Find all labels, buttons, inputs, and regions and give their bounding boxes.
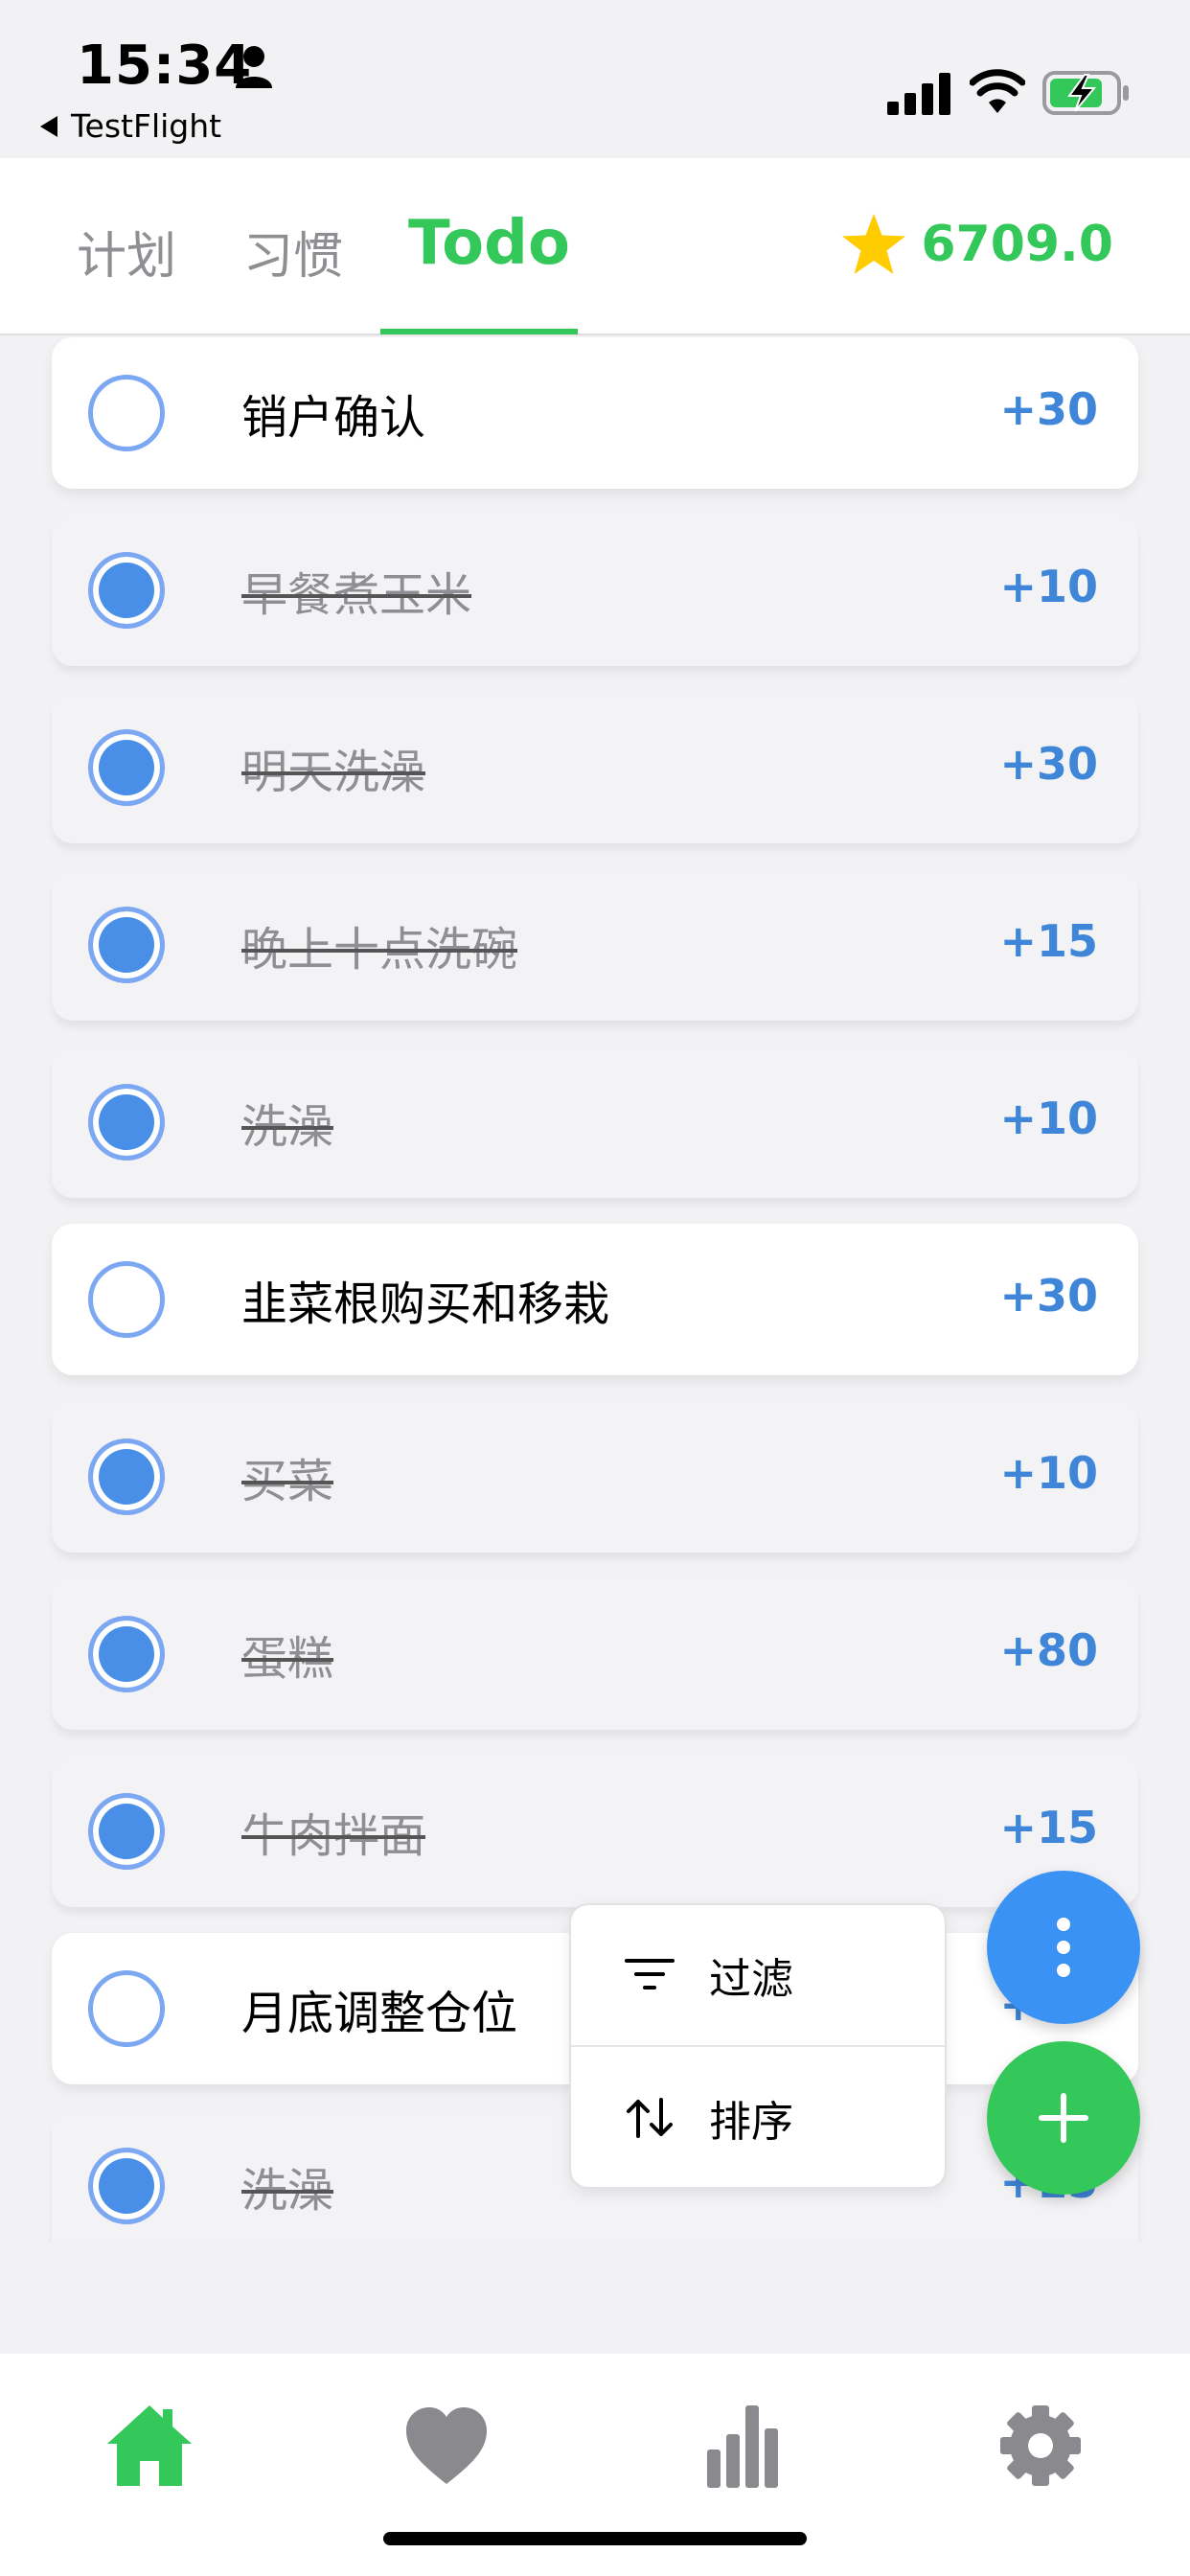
cellular-signal-icon (887, 73, 950, 115)
more-options-button[interactable] (987, 1871, 1140, 2024)
points-display: 6709.0 (840, 212, 1113, 277)
todo-points: +30 (999, 738, 1098, 790)
todo-title: 早餐煮玉米 (241, 568, 472, 622)
todo-checkbox[interactable] (88, 1261, 165, 1338)
sort-label: 排序 (709, 2098, 793, 2147)
todo-title: 晚上十点洗碗 (241, 923, 518, 977)
more-vertical-icon (1057, 1918, 1070, 1977)
bottom-navigation (0, 2354, 1190, 2576)
todo-title: 韭菜根购买和移栽 (241, 1277, 610, 1331)
todo-points: +10 (999, 1447, 1098, 1499)
add-todo-button[interactable] (987, 2041, 1140, 2195)
todo-title: 洗澡 (241, 2164, 334, 2218)
options-popup-menu: 过滤 排序 (569, 1903, 947, 2189)
todo-item[interactable]: 早餐煮玉米 +10 (52, 515, 1138, 666)
todo-checkbox[interactable] (88, 1970, 165, 2047)
todo-item[interactable]: 牛肉拌面 +15 (52, 1756, 1138, 1907)
bar-chart-icon[interactable] (698, 2402, 790, 2490)
sort-icon (627, 2098, 673, 2138)
person-icon (236, 46, 272, 88)
todo-item[interactable]: 销户确认 +30 (52, 337, 1138, 489)
todo-title: 洗澡 (241, 1100, 334, 1154)
todo-title: 买菜 (241, 1455, 334, 1508)
tab-header: 计划 习惯 Todo 6709.0 (0, 158, 1190, 335)
menu-item-filter[interactable]: 过滤 (571, 1905, 945, 2047)
todo-title: 销户确认 (241, 391, 426, 445)
filter-label: 过滤 (709, 1955, 793, 2004)
todo-title: 蛋糕 (241, 1632, 334, 1686)
points-value: 6709.0 (921, 216, 1113, 273)
todo-points: +80 (999, 1624, 1098, 1676)
todo-checkbox[interactable] (88, 2148, 165, 2224)
star-icon (842, 214, 906, 274)
active-tab-indicator (380, 329, 578, 334)
todo-points: +10 (999, 561, 1098, 612)
todo-checkbox[interactable] (88, 552, 165, 629)
filter-icon (625, 1959, 675, 1990)
todo-checkbox[interactable] (88, 907, 165, 983)
plus-icon (1039, 2093, 1088, 2143)
todo-points: +15 (999, 915, 1098, 967)
todo-checkbox[interactable] (88, 375, 165, 451)
todo-points: +30 (999, 383, 1098, 435)
todo-checkbox[interactable] (88, 1616, 165, 1692)
home-indicator[interactable] (383, 2532, 807, 2545)
todo-points: +30 (999, 1270, 1098, 1322)
status-bar: 15:34 TestFlight (0, 0, 1190, 158)
todo-item[interactable]: 明天洗澡 +30 (52, 692, 1138, 843)
tab-todo[interactable]: Todo (408, 208, 570, 279)
status-time: 15:34 (77, 34, 253, 97)
back-app-label: TestFlight (71, 107, 222, 145)
todo-points: +10 (999, 1092, 1098, 1144)
todo-title: 月底调整仓位 (241, 1987, 518, 2040)
todo-item[interactable]: 洗澡 +10 (52, 1046, 1138, 1198)
todo-title: 牛肉拌面 (241, 1809, 426, 1863)
todo-item[interactable]: 晚上十点洗碗 +15 (52, 869, 1138, 1021)
menu-item-sort[interactable]: 排序 (571, 2047, 945, 2187)
tab-plan[interactable]: 计划 (77, 216, 176, 288)
back-arrow-icon (40, 115, 57, 137)
todo-points: +15 (999, 1802, 1098, 1853)
home-icon[interactable] (103, 2402, 195, 2490)
app-screen: 15:34 TestFlight 计划 习惯 Todo 6709.0 销户确认 … (0, 0, 1190, 2576)
todo-title: 明天洗澡 (241, 746, 426, 799)
back-to-app-link[interactable]: TestFlight (40, 107, 221, 145)
battery-charging-icon (1042, 71, 1129, 115)
todo-item[interactable]: 蛋糕 +80 (52, 1578, 1138, 1730)
todo-checkbox[interactable] (88, 1438, 165, 1515)
gear-icon[interactable] (995, 2402, 1087, 2490)
wifi-icon (970, 69, 1025, 113)
todo-checkbox[interactable] (88, 1084, 165, 1161)
tab-habit[interactable]: 习惯 (243, 216, 343, 288)
heart-icon[interactable] (400, 2402, 492, 2490)
todo-item[interactable]: 韭菜根购买和移栽 +30 (52, 1224, 1138, 1375)
todo-checkbox[interactable] (88, 1793, 165, 1870)
todo-checkbox[interactable] (88, 729, 165, 806)
todo-item[interactable]: 买菜 +10 (52, 1401, 1138, 1552)
